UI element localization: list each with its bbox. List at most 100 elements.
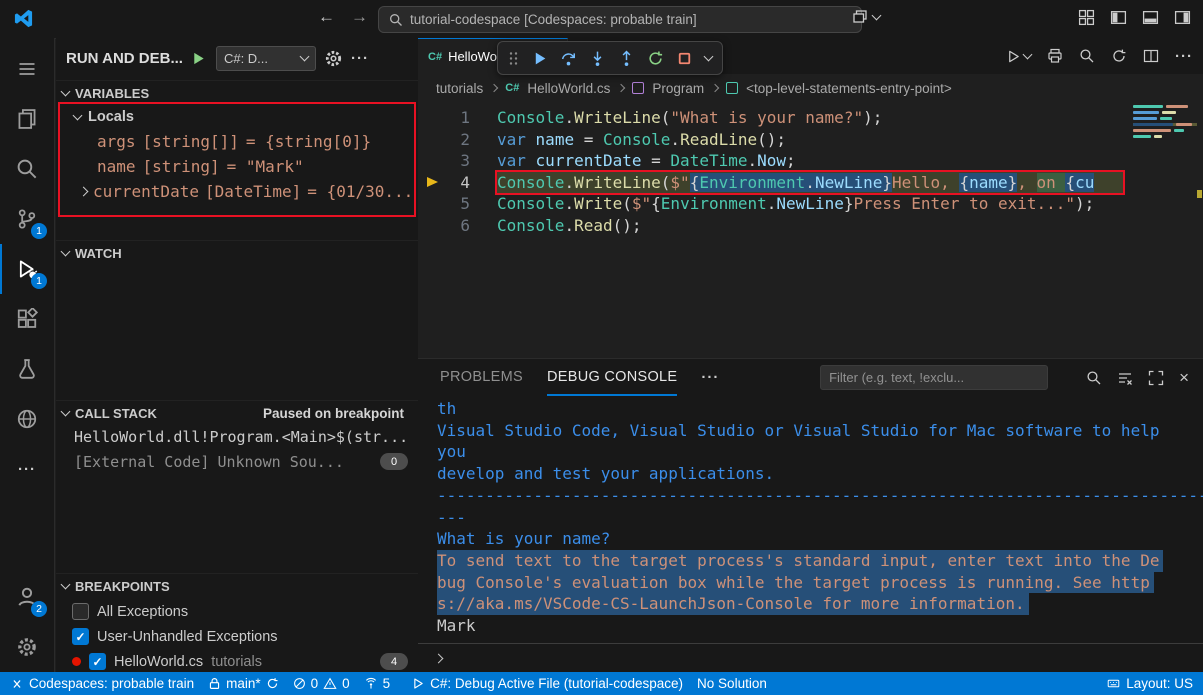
search-icon[interactable] bbox=[0, 144, 54, 194]
solution-status[interactable]: No Solution bbox=[697, 676, 767, 691]
run-or-debug-button[interactable] bbox=[1006, 49, 1031, 64]
remote-indicator[interactable]: Codespaces: probable train bbox=[10, 676, 194, 691]
breakpoint-row[interactable]: User-Unhandled Exceptions bbox=[56, 624, 418, 649]
step-out-button[interactable] bbox=[618, 50, 635, 67]
code-line[interactable]: 4Console.WriteLine($"{Environment.NewLin… bbox=[418, 172, 1203, 194]
code-editor[interactable]: 1Console.WriteLine("What is your name?")… bbox=[418, 102, 1203, 358]
run-and-debug-icon[interactable]: 1 bbox=[0, 244, 54, 294]
minimap[interactable] bbox=[1127, 102, 1203, 172]
split-editor-icon[interactable] bbox=[1143, 48, 1159, 64]
explorer-icon[interactable] bbox=[0, 94, 54, 144]
chevron-right-icon bbox=[79, 187, 89, 197]
debug-console-output[interactable]: thVisual Studio Code, Visual Studio or V… bbox=[418, 396, 1203, 644]
debug-badge: 1 bbox=[31, 273, 47, 289]
command-center-search[interactable]: tutorial-codespace [Codespaces: probable… bbox=[378, 6, 862, 33]
line-number-gutter[interactable]: 6 bbox=[418, 215, 497, 237]
branch-indicator[interactable]: main* bbox=[208, 676, 279, 691]
start-debugging-button[interactable] bbox=[191, 51, 206, 66]
editor-more-actions-icon[interactable]: ··· bbox=[1175, 48, 1193, 65]
tab-debug-console[interactable]: DEBUG CONSOLE bbox=[547, 359, 677, 396]
remote-explorer-icon[interactable] bbox=[0, 394, 54, 444]
keyboard-layout[interactable]: Layout: US bbox=[1106, 676, 1193, 691]
clear-console-icon[interactable] bbox=[1117, 370, 1133, 386]
prompt-chevron-icon bbox=[434, 653, 444, 663]
stack-frame-row[interactable]: [External Code] Unknown Sou... 0 bbox=[56, 449, 418, 474]
tab-problems[interactable]: PROBLEMS bbox=[440, 359, 523, 396]
print-icon[interactable] bbox=[1047, 48, 1063, 64]
debug-config-dropdown[interactable]: C#: D... bbox=[216, 46, 316, 71]
search-editor-icon[interactable] bbox=[1079, 48, 1095, 64]
accounts-icon[interactable]: 2 bbox=[0, 572, 54, 622]
bottom-panel: PROBLEMS DEBUG CONSOLE ··· × thVisual St… bbox=[418, 358, 1203, 672]
checkbox-checked[interactable] bbox=[72, 628, 89, 645]
sync-icon[interactable] bbox=[1111, 48, 1127, 64]
variable-row-args[interactable]: args [string[]] = {string[0]} bbox=[56, 129, 418, 154]
breakpoints-section-header[interactable]: BREAKPOINTS bbox=[56, 573, 418, 598]
more-views-icon[interactable]: ··· bbox=[0, 444, 54, 494]
callstack-section-header[interactable]: CALL STACK Paused on breakpoint bbox=[56, 400, 418, 425]
keyboard-layout-label: Layout: US bbox=[1126, 676, 1193, 691]
debug-console-input[interactable] bbox=[418, 643, 1203, 672]
code-line[interactable]: 5Console.Write($"{Environment.NewLine}Pr… bbox=[418, 193, 1203, 215]
problems-indicator[interactable]: 0 0 bbox=[293, 676, 350, 691]
variable-row-name[interactable]: name [string] = "Mark" bbox=[56, 154, 418, 179]
remote-label: Codespaces: probable train bbox=[29, 676, 194, 691]
breakpoint-row[interactable]: HelloWorld.cs tutorials 4 bbox=[56, 649, 418, 672]
debug-status[interactable]: C#: Debug Active File (tutorial-codespac… bbox=[412, 676, 683, 691]
configure-gear-icon[interactable] bbox=[324, 49, 343, 68]
console-line: s://aka.ms/VSCode-CS-LaunchJson-Console … bbox=[437, 593, 1029, 615]
checkbox-unchecked[interactable] bbox=[72, 603, 89, 620]
line-number-gutter[interactable]: 5 bbox=[418, 193, 497, 215]
customize-layout-icon[interactable] bbox=[1078, 9, 1095, 26]
extensions-icon[interactable] bbox=[0, 294, 54, 344]
debug-session-dropdown-icon[interactable] bbox=[704, 52, 714, 62]
close-panel-icon[interactable]: × bbox=[1179, 369, 1189, 386]
line-number-gutter[interactable]: 3 bbox=[418, 150, 497, 172]
variable-row-currentDate[interactable]: currentDate [DateTime] = {01/30... bbox=[56, 179, 418, 204]
step-into-button[interactable] bbox=[589, 50, 606, 67]
line-number-gutter[interactable]: 4 bbox=[418, 172, 497, 194]
back-arrow-icon[interactable]: ← bbox=[318, 7, 335, 27]
chevron-down-icon bbox=[61, 407, 71, 417]
breadcrumb-symbol[interactable]: Program bbox=[652, 81, 704, 96]
code-line[interactable]: 3var currentDate = DateTime.Now; bbox=[418, 150, 1203, 172]
panel-more-tabs-icon[interactable]: ··· bbox=[701, 369, 719, 386]
breadcrumbs[interactable]: tutorials C# HelloWorld.cs Program <top-… bbox=[418, 74, 1203, 102]
code-line[interactable]: 2var name = Console.ReadLine(); bbox=[418, 129, 1203, 151]
views-more-actions-icon[interactable]: ··· bbox=[351, 50, 369, 67]
chevron-down-icon bbox=[872, 11, 882, 21]
console-filter-input[interactable] bbox=[820, 365, 1048, 390]
console-line: To send text to the target process's sta… bbox=[437, 550, 1163, 572]
breakpoint-row[interactable]: All Exceptions bbox=[56, 599, 418, 624]
checkbox-checked[interactable] bbox=[89, 653, 106, 670]
menu-icon[interactable] bbox=[0, 44, 54, 94]
line-number-gutter[interactable]: 2 bbox=[418, 129, 497, 151]
stack-frame-row[interactable]: HelloWorld.dll!Program.<Main>$(str... bbox=[56, 424, 418, 449]
code-line[interactable]: 6Console.Read(); bbox=[418, 215, 1203, 237]
toggle-sidebar-icon[interactable] bbox=[1110, 9, 1127, 26]
continue-button[interactable] bbox=[531, 50, 548, 67]
forward-arrow-icon[interactable]: → bbox=[351, 7, 368, 27]
breadcrumb-file[interactable]: HelloWorld.cs bbox=[527, 81, 610, 96]
maximize-panel-icon[interactable] bbox=[1148, 370, 1164, 386]
watch-section-header[interactable]: WATCH bbox=[56, 240, 418, 265]
testing-icon[interactable] bbox=[0, 344, 54, 394]
toggle-panel-icon[interactable] bbox=[1142, 9, 1159, 26]
toolbar-drag-handle[interactable] bbox=[508, 50, 519, 67]
ports-indicator[interactable]: 5 bbox=[364, 676, 391, 691]
breadcrumb-symbol[interactable]: <top-level-statements-entry-point> bbox=[746, 81, 952, 96]
toggle-secondary-sidebar-icon[interactable] bbox=[1174, 9, 1191, 26]
console-search-icon[interactable] bbox=[1086, 370, 1102, 386]
locals-scope-row[interactable]: Locals bbox=[56, 104, 418, 129]
variables-section-header[interactable]: VARIABLES bbox=[56, 80, 418, 105]
remote-window-menu[interactable] bbox=[852, 9, 880, 25]
stop-button[interactable] bbox=[676, 50, 693, 67]
line-number-gutter[interactable]: 1 bbox=[418, 107, 497, 129]
breadcrumb-folder[interactable]: tutorials bbox=[436, 81, 483, 96]
step-over-button[interactable] bbox=[560, 50, 577, 67]
code-line[interactable]: 1Console.WriteLine("What is your name?")… bbox=[418, 107, 1203, 129]
restart-button[interactable] bbox=[647, 50, 664, 67]
source-control-icon[interactable]: 1 bbox=[0, 194, 54, 244]
settings-gear-icon[interactable] bbox=[0, 622, 54, 672]
errors-count: 0 bbox=[311, 676, 319, 691]
